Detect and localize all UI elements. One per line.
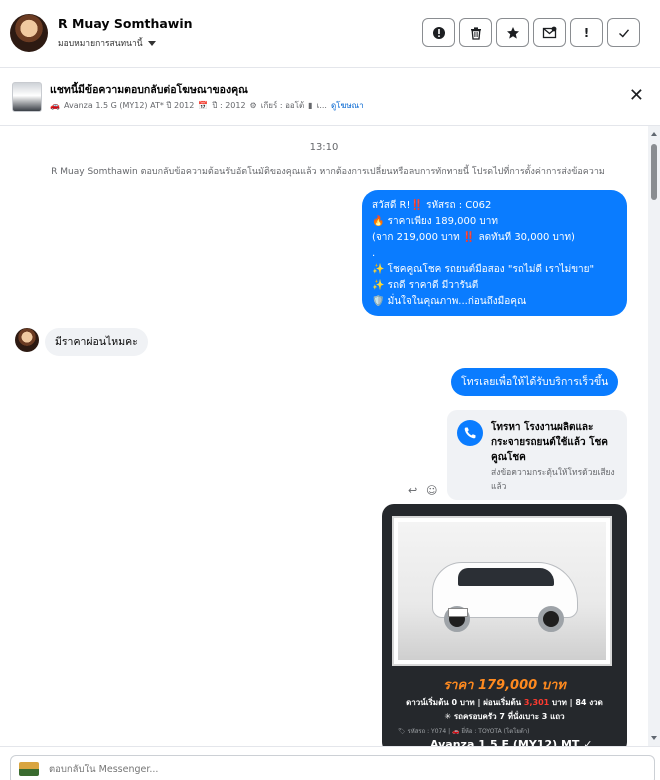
header-actions: !	[422, 18, 640, 47]
image-attachment[interactable]: ราคา 179,000 บาท ดาวน์เริ่มต้น 0 บาท | ผ…	[382, 504, 627, 746]
delete-button[interactable]	[459, 18, 492, 47]
phone-icon	[457, 420, 483, 446]
scroll-down-icon[interactable]	[651, 736, 657, 740]
reply-input[interactable]	[49, 764, 549, 775]
photo-model: Avanza 1.5 E (MY12) MT ✓	[430, 738, 593, 746]
outgoing-message-call[interactable]: โทรเลยเพื่อให้ได้รับบริการเร็วขึ้น	[451, 368, 619, 396]
ad-thumbnail[interactable]	[12, 82, 42, 112]
important-button[interactable]: !	[570, 18, 603, 47]
assign-label: มอบหมายการสนทนานี้	[58, 39, 143, 49]
photo-finance-line: ดาวน์เริ่มต้น 0 บาท | ผ่อนเริ่มต้น 3,301…	[382, 696, 627, 709]
page-logo	[19, 762, 39, 776]
finance-text-a: ดาวน์เริ่มต้น 0 บาท | ผ่อนเริ่มต้น	[406, 698, 524, 707]
fuel-icon: ▮	[308, 101, 313, 110]
scroll-up-icon[interactable]	[651, 132, 657, 136]
car-photo[interactable]	[392, 516, 612, 666]
call-card-title: โทรหา โรงงานผลิตและกระจายรถยนต์ใช้แล้ว โ…	[491, 422, 608, 463]
ad-reply-banner: แชทนี้มีข้อความตอบกลับต่อโฆษณาของคุณ 🚗 A…	[0, 68, 660, 126]
chevron-down-icon	[147, 40, 156, 46]
message-line: ✨ โชคคูณโชค รถยนต์มือสอง "รถไม่ดี เราไม่…	[372, 264, 595, 275]
conversation-header: R Muay Somthawin มอบหมายการสนทนานี้ !	[0, 0, 660, 68]
contact-name[interactable]: R Muay Somthawin	[58, 16, 193, 31]
spam-button[interactable]	[422, 18, 455, 47]
system-notice: R Muay Somthawin ตอบกลับข้อความต้อนรับอั…	[51, 167, 605, 177]
message-line: (จาก 219,000 บาท ‼️ ลดทันที 30,000 บาท)	[372, 232, 575, 243]
car-icon: 🚗	[50, 101, 60, 110]
message-line: .	[372, 248, 376, 259]
assign-conversation-dropdown[interactable]: มอบหมายการสนทนานี้	[58, 36, 156, 50]
reply-icon[interactable]: ↩	[408, 484, 417, 497]
call-card-subtitle: ส่งข้อความกระตุ้นให้โทรด้วยเสียงแล้ว	[491, 468, 615, 492]
message-line: 🔥 ราคาเพียง 189,000 บาท	[372, 216, 498, 227]
calendar-icon: 📅	[198, 101, 209, 110]
checkmark-icon	[618, 28, 629, 38]
star-button[interactable]	[496, 18, 529, 47]
outgoing-message-greeting[interactable]: สวัสดี R!‼️ รหัสรถ : C062 🔥 ราคาเพียง 18…	[362, 190, 627, 316]
composer-box[interactable]	[10, 755, 655, 780]
message-timestamp: 13:10	[309, 142, 339, 153]
gear-icon: ⚙	[249, 101, 257, 110]
message-line: สวัสดี R!‼️ รหัสรถ : C062	[372, 200, 492, 211]
photo-meta: 🏷 รหัสรถ : Y074 | 🚗 ยี่ห้อ : TOYOTA (โตโ…	[398, 728, 530, 735]
exclamation-icon: !	[583, 25, 590, 40]
finance-text-c: บาท | 84 งวด	[549, 698, 603, 707]
call-request-card[interactable]: โทรหา โรงงานผลิตและกระจายรถยนต์ใช้แล้ว โ…	[447, 410, 627, 500]
avatar[interactable]	[10, 14, 48, 52]
message-line: 🛡️ มั่นใจในคุณภาพ...ก่อนถึงมือคุณ	[372, 296, 527, 307]
composer	[0, 746, 660, 780]
car-window-shape	[458, 568, 554, 586]
star-icon	[506, 26, 519, 39]
car-wheel	[538, 606, 564, 632]
message-line: ✨ รถดี ราคาดี มีวารันตี	[372, 280, 479, 291]
trash-icon	[470, 26, 481, 40]
scrollbar[interactable]	[648, 126, 660, 746]
close-icon[interactable]: ✕	[629, 87, 644, 105]
ad-year: ปี : 2012	[212, 101, 246, 110]
incoming-message[interactable]: มีราคาผ่อนไหมคะ	[45, 328, 148, 356]
license-plate	[448, 608, 468, 617]
alert-circle-icon	[432, 26, 445, 39]
mark-unread-button[interactable]	[533, 18, 566, 47]
scrollbar-thumb[interactable]	[651, 144, 657, 200]
ad-more: เ...	[316, 101, 327, 110]
ad-car-name: Avanza 1.5 G (MY12) AT* ปี 2012	[63, 101, 195, 110]
ad-banner-title: แชทนี้มีข้อความตอบกลับต่อโฆษณาของคุณ	[50, 84, 248, 96]
car-photo-background	[398, 522, 606, 660]
finance-amount: 3,301	[523, 698, 550, 707]
ad-details: 🚗 Avanza 1.5 G (MY12) AT* ปี 2012 📅 ปี :…	[50, 99, 364, 112]
emoji-reaction-icon[interactable]: ☺	[426, 484, 437, 497]
envelope-icon	[542, 26, 557, 38]
ad-gear: เกียร์ : ออโต้	[260, 101, 305, 110]
message-thread[interactable]: 13:10 R Muay Somthawin ตอบกลับข้อความต้อ…	[0, 126, 648, 746]
photo-price: ราคา 179,000 บาท	[443, 678, 566, 693]
sender-avatar[interactable]	[15, 328, 39, 352]
view-ad-link[interactable]: ดูโฆษณา	[331, 99, 364, 112]
photo-family-line: ✳ รถครอบครัว 7 ที่นั่งเบาะ 3 แถว	[444, 712, 565, 721]
mark-done-button[interactable]	[607, 18, 640, 47]
